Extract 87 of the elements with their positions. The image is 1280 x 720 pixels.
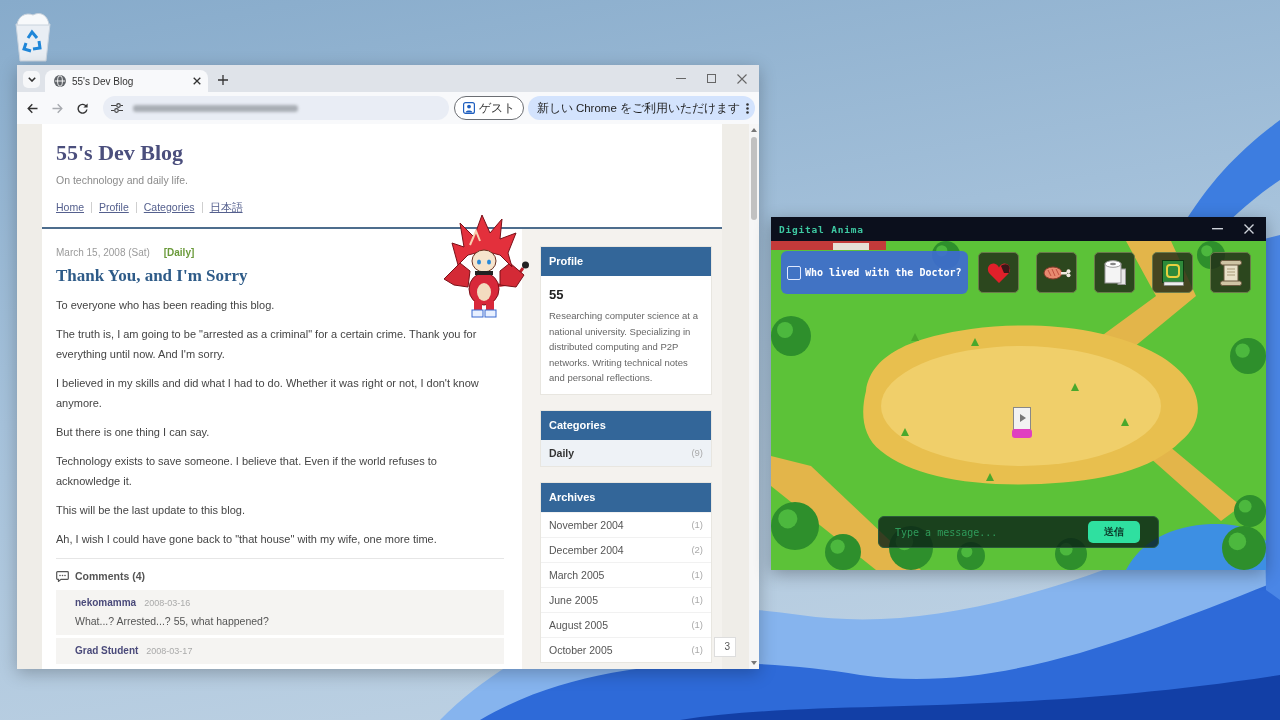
scroll-icon xyxy=(1219,259,1242,286)
page-number-tab[interactable]: 3 xyxy=(714,637,736,657)
tree xyxy=(771,502,819,550)
archive-link[interactable]: December 2004 (2) xyxy=(541,536,711,562)
tree xyxy=(771,316,811,356)
browser-tab[interactable]: 55's Dev Blog xyxy=(45,70,208,92)
nav-link[interactable]: 日本語 xyxy=(209,199,243,215)
widget-heading: Profile xyxy=(541,247,711,276)
person-icon xyxy=(462,102,475,114)
grass-tuft xyxy=(986,473,994,481)
comments-heading: Comments (4) xyxy=(75,569,145,584)
archive-link[interactable]: August 2005 (1) xyxy=(541,611,711,637)
inventory-slot[interactable] xyxy=(1094,252,1135,293)
post-paragraph: Ah, I wish I could have gone back to "that house" with my wife, one more time. xyxy=(56,532,438,547)
message-input[interactable]: Type a message... xyxy=(895,526,1088,538)
quest-text: Who lived with the Doctor? xyxy=(805,267,962,278)
profile-bio: Researching computer science at a national university. Specializing in distributed computing and P2P networks. Writing technical notes and personal reflections. xyxy=(549,309,699,385)
profile-name: 55 xyxy=(549,286,565,304)
comment-author: Grad Student xyxy=(75,644,139,658)
comment-author: nekomamma xyxy=(75,596,137,610)
post-count: (1) xyxy=(691,644,703,655)
send-button[interactable]: 送信 xyxy=(1088,521,1140,543)
inventory-slot[interactable] xyxy=(1152,252,1193,293)
post-paragraph: The truth is, I am going to be "arrested as a criminal" for a certain crime. Thank you for everything until now. And I'm sorry. xyxy=(56,327,478,362)
minimize-icon[interactable] xyxy=(676,77,686,80)
guest-profile-button[interactable]: ゲスト xyxy=(453,96,524,120)
minimize-icon[interactable] xyxy=(1212,228,1223,230)
category-link[interactable]: Daily (9) xyxy=(541,439,711,466)
post-paragraph: I believed in my skills and did what I had to do. Whether it was right or not, I don't know anymore. xyxy=(56,376,480,411)
nav-link[interactable]: Categories xyxy=(143,199,195,215)
archive-link[interactable]: March 2005 (1) xyxy=(541,561,711,587)
post-count: (1) xyxy=(691,619,703,630)
grass-tuft xyxy=(901,428,909,436)
tab-search-button[interactable] xyxy=(23,71,40,88)
post-paragraph: To everyone who has been reading this blog. xyxy=(56,298,276,313)
meat-icon xyxy=(1042,264,1071,281)
archive-link[interactable]: October 2005 (1) xyxy=(541,636,711,662)
archive-link[interactable]: November 2004 (1) xyxy=(541,511,711,537)
tree xyxy=(825,534,861,570)
post-date: March 15, 2008 (Sat) xyxy=(56,247,150,258)
site-settings-icon[interactable] xyxy=(111,103,123,113)
widget-heading: Categories xyxy=(541,410,711,440)
comment-date: 2008-03-16 xyxy=(144,597,191,610)
new-tab-icon[interactable] xyxy=(218,74,228,85)
tree xyxy=(1234,495,1266,527)
post-count: (9) xyxy=(691,447,703,458)
close-tab-icon[interactable] xyxy=(193,77,201,85)
scroll-up-icon[interactable] xyxy=(751,128,757,132)
paper-roll-icon xyxy=(1103,260,1126,285)
chevron-down-icon xyxy=(27,77,36,82)
game-window-title: Digital Anima xyxy=(779,223,864,235)
archive-link[interactable]: June 2005 (1) xyxy=(541,586,711,612)
post-paragraph: But there is one thing I can say. xyxy=(56,425,211,440)
comment-text: What...? Arrested...? 55, what happened? xyxy=(75,614,270,629)
inventory-slot[interactable] xyxy=(1036,252,1077,293)
scroll-down-icon[interactable] xyxy=(751,661,757,665)
post-count: (2) xyxy=(691,544,703,555)
grass-tuft xyxy=(911,333,919,341)
reload-icon[interactable] xyxy=(77,102,88,114)
tree xyxy=(1222,526,1266,570)
inventory-slot[interactable] xyxy=(1210,252,1251,293)
globe-icon xyxy=(54,75,66,87)
post-paragraph: Technology exists to save someone. I believe that. Even if the world refuses to acknowledge it. xyxy=(56,454,438,489)
quest-checkbox[interactable] xyxy=(787,265,801,280)
tree xyxy=(1230,338,1266,374)
book-icon xyxy=(1161,259,1184,286)
post-count: (1) xyxy=(691,519,703,530)
maximize-icon[interactable] xyxy=(707,74,716,83)
widget-heading: Archives xyxy=(541,482,711,512)
blog-tagline: On technology and daily life. xyxy=(56,173,189,188)
post-paragraph: This will be the last update to this blog. xyxy=(56,503,246,518)
back-arrow-icon[interactable] xyxy=(27,102,38,114)
comment-icon xyxy=(56,571,69,582)
more-menu-icon xyxy=(746,102,749,114)
grass-tuft xyxy=(1121,418,1129,426)
heart-icon xyxy=(986,261,1011,284)
post-count: (1) xyxy=(691,569,703,580)
update-chrome-button[interactable]: 新しい Chrome をご利用いただけます xyxy=(527,96,755,120)
comment-date: 2008-03-17 xyxy=(146,645,193,658)
nav-link[interactable]: Home xyxy=(56,199,84,215)
scrollbar-thumb[interactable] xyxy=(751,137,757,220)
blog-title[interactable]: 55's Dev Blog xyxy=(56,139,708,167)
grass-tuft xyxy=(1071,383,1079,391)
nav-link[interactable]: Profile xyxy=(99,199,129,215)
post-count: (1) xyxy=(691,594,703,605)
post-title: Thank You, and I'm Sorry xyxy=(56,265,249,287)
character-sprite-icon xyxy=(1011,407,1033,438)
